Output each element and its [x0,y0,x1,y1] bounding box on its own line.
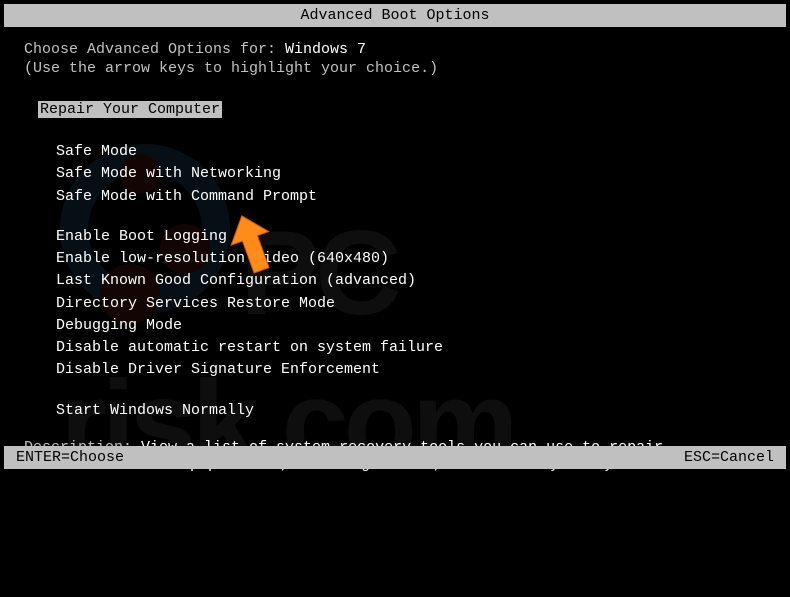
option-enable-boot-logging[interactable]: Enable Boot Logging [56,227,766,247]
footer-esc-hint: ESC=Cancel [684,449,774,466]
option-disable-driver-signature[interactable]: Disable Driver Signature Enforcement [56,360,766,380]
option-repair-your-computer[interactable]: Repair Your Computer [38,101,222,118]
option-low-resolution-video[interactable]: Enable low-resolution video (640x480) [56,249,766,269]
option-disable-auto-restart[interactable]: Disable automatic restart on system fail… [56,338,766,358]
option-start-windows-normally[interactable]: Start Windows Normally [56,401,766,421]
title-bar: Advanced Boot Options [4,4,786,27]
option-safe-mode-command-prompt[interactable]: Safe Mode with Command Prompt [56,187,766,207]
option-directory-services-restore[interactable]: Directory Services Restore Mode [56,294,766,314]
os-name: Windows 7 [285,41,366,58]
prompt-prefix: Choose Advanced Options for: [24,41,285,58]
prompt-line: Choose Advanced Options for: Windows 7 [24,41,766,58]
hint-line: (Use the arrow keys to highlight your ch… [24,60,766,77]
option-debugging-mode[interactable]: Debugging Mode [56,316,766,336]
option-safe-mode-networking[interactable]: Safe Mode with Networking [56,164,766,184]
option-safe-mode[interactable]: Safe Mode [56,142,766,162]
footer-bar: ENTER=Choose ESC=Cancel [4,446,786,469]
footer-enter-hint: ENTER=Choose [16,449,124,466]
option-last-known-good-config[interactable]: Last Known Good Configuration (advanced) [56,271,766,291]
page-title: Advanced Boot Options [300,7,489,24]
pointer-arrow-icon [222,214,282,289]
